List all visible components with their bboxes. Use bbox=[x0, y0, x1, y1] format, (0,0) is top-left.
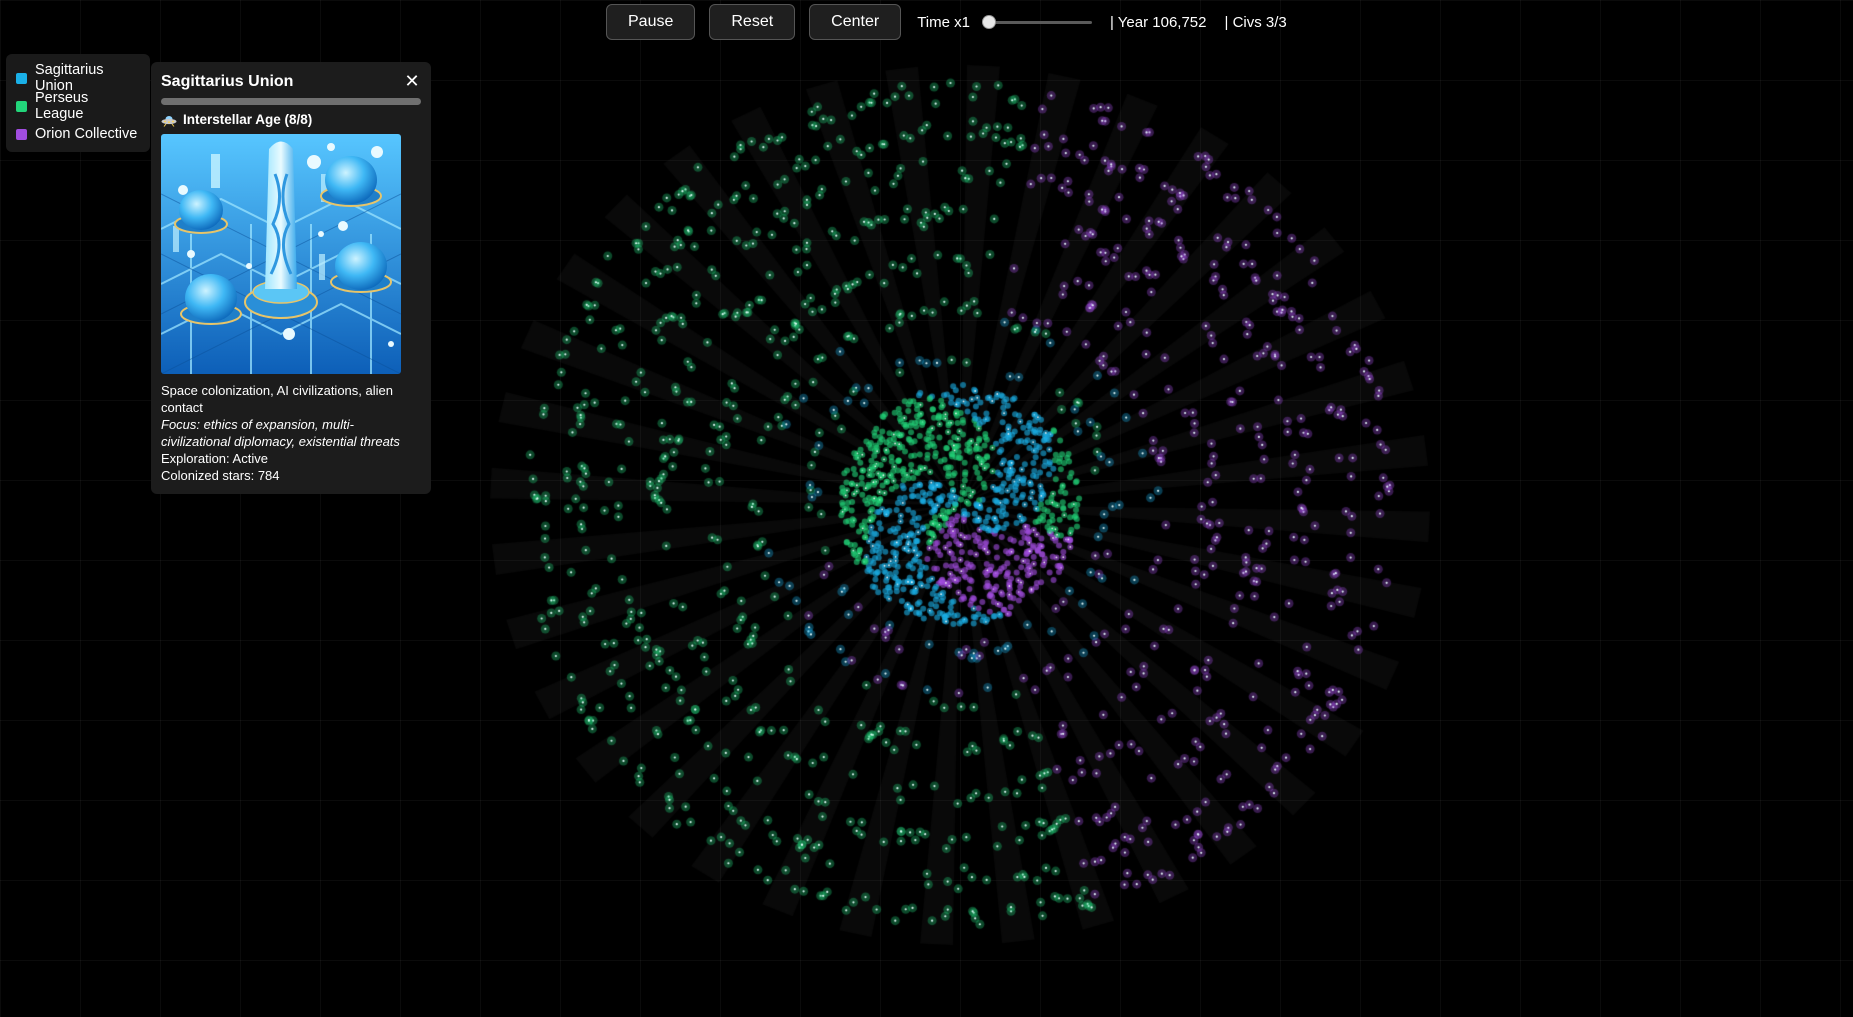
civs-readout: | Civs 3/3 bbox=[1224, 13, 1287, 31]
futuristic-city-illustration bbox=[161, 134, 401, 374]
slider-track bbox=[982, 21, 1092, 24]
age-indicator: Interstellar Age (8/8) bbox=[161, 111, 421, 128]
exploration-status: Exploration: Active bbox=[161, 451, 268, 466]
ufo-icon bbox=[161, 115, 177, 127]
age-text: Interstellar Age (8/8) bbox=[183, 112, 313, 127]
time-speed-slider[interactable] bbox=[982, 12, 1092, 32]
slider-thumb[interactable] bbox=[982, 15, 996, 29]
reset-button[interactable]: Reset bbox=[709, 4, 796, 40]
close-icon[interactable]: ✕ bbox=[403, 72, 421, 90]
legend-item-orion[interactable]: Orion Collective bbox=[16, 120, 140, 148]
top-toolbar: Pause Reset Center Time x1 | Year 106,75… bbox=[606, 4, 1287, 40]
civ-focus: Focus: ethics of expansion, multi-civili… bbox=[161, 417, 400, 449]
legend-swatch bbox=[16, 100, 27, 112]
year-readout: | Year 106,752 bbox=[1110, 13, 1207, 31]
age-progress-fill bbox=[161, 98, 421, 105]
civilization-info-panel: Sagittarius Union ✕ Interstellar Age (8/… bbox=[151, 62, 431, 494]
age-progress-bar bbox=[161, 98, 421, 105]
legend-swatch bbox=[16, 72, 27, 84]
legend-swatch bbox=[16, 128, 27, 140]
panel-title: Sagittarius Union bbox=[161, 73, 294, 90]
legend-item-perseus[interactable]: Perseus League bbox=[16, 90, 140, 122]
pause-button[interactable]: Pause bbox=[606, 4, 696, 40]
legend-label: Perseus League bbox=[35, 90, 89, 122]
time-speed-label: Time x1 bbox=[917, 13, 970, 31]
civilization-legend: Sagittarius Union Perseus League Orion C… bbox=[6, 54, 150, 152]
legend-item-sagittarius[interactable]: Sagittarius Union bbox=[16, 62, 140, 94]
colonized-stars-count: Colonized stars: 784 bbox=[161, 468, 280, 483]
legend-label: Orion Collective bbox=[35, 126, 138, 142]
civ-description: Space colonization, AI civilizations, al… bbox=[161, 383, 393, 415]
center-button[interactable]: Center bbox=[809, 4, 902, 40]
